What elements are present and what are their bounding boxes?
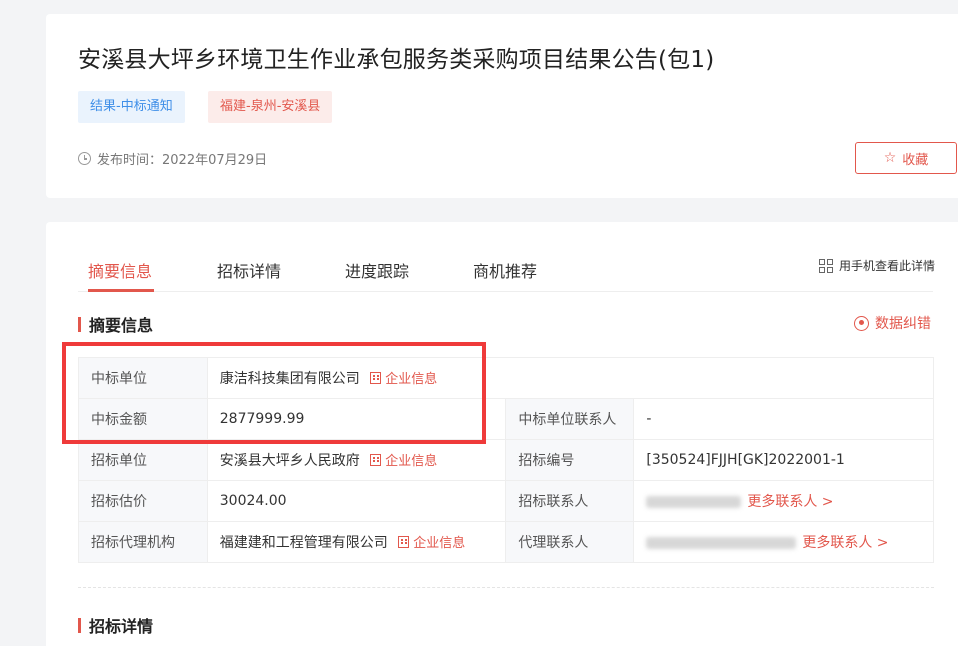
winner-contact-value: -	[633, 398, 934, 440]
target-icon	[854, 315, 869, 331]
page-title: 安溪县大坪乡环境卫生作业承包服务类采购项目结果公告(包1)	[78, 47, 715, 73]
estimate-value: 30024.00	[206, 480, 507, 522]
star-icon: ☆	[883, 150, 897, 166]
amount-label: 中标金额	[78, 398, 208, 440]
tab-bid-details[interactable]: 招标详情	[217, 258, 281, 282]
table-row: 招标代理机构 福建建和工程管理有限公司 企业信息 代理联系人 更多联系人 >	[78, 521, 934, 563]
tenderer-value: 安溪县大坪乡人民政府	[219, 453, 360, 469]
type-tag[interactable]: 结果-中标通知	[78, 91, 185, 123]
winner-value: 康洁科技集团有限公司	[219, 371, 360, 387]
corp-info-link[interactable]: 企业信息	[370, 372, 437, 387]
agency-contact-cell: 更多联系人 >	[633, 521, 934, 563]
building-icon	[370, 454, 382, 466]
clock-icon	[78, 152, 91, 165]
agency-value: 福建建和工程管理有限公司	[219, 535, 388, 551]
redacted-contact	[646, 537, 797, 549]
mobile-view-label: 用手机查看此详情	[839, 259, 936, 273]
announcement-header-card: 安溪县大坪乡环境卫生作业承包服务类采购项目结果公告(包1) 结果-中标通知 福建…	[46, 14, 958, 198]
building-icon	[398, 536, 410, 548]
mobile-view-button[interactable]: 用手机查看此详情	[819, 257, 935, 274]
agency-label: 招标代理机构	[78, 521, 208, 563]
publish-time-text: 发布时间：2022年07月29日	[97, 153, 268, 168]
table-row: 中标单位 康洁科技集团有限公司 企业信息	[78, 357, 935, 399]
table-row: 招标估价 30024.00 招标联系人 更多联系人 >	[78, 480, 934, 522]
section-bar	[78, 617, 81, 633]
winner-contact-label: 中标单位联系人	[505, 398, 635, 440]
more-contacts-link[interactable]: 更多联系人 >	[747, 494, 833, 510]
favorite-button[interactable]: ☆ 收藏	[855, 142, 957, 174]
publish-time: 发布时间：2022年07月29日	[78, 149, 267, 168]
amount-value: 2877999.99	[206, 398, 507, 440]
tab-bar: 摘要信息 招标详情 进度跟踪 商机推荐 用手机查看此详情	[78, 222, 935, 292]
tenderer-label: 招标单位	[78, 439, 208, 481]
corp-info-link[interactable]: 企业信息	[398, 536, 465, 551]
favorite-label: 收藏	[902, 152, 929, 168]
tender-number-label: 招标编号	[505, 439, 635, 481]
corp-info-link[interactable]: 企业信息	[370, 454, 437, 469]
building-icon	[370, 372, 382, 384]
winner-label: 中标单位	[78, 357, 208, 399]
details-section-title: 招标详情	[78, 613, 153, 637]
tab-progress[interactable]: 进度跟踪	[345, 258, 409, 282]
redacted-contact	[646, 496, 742, 508]
section-divider	[78, 587, 934, 588]
tender-number-value: [350524]FJJH[GK]2022001-1	[633, 439, 934, 481]
region-tag[interactable]: 福建-泉州-安溪县	[208, 91, 333, 123]
winner-cell: 康洁科技集团有限公司 企业信息	[206, 357, 935, 399]
tenderer-cell: 安溪县大坪乡人民政府 企业信息	[206, 439, 507, 481]
data-correction-button[interactable]: 数据纠错	[854, 313, 931, 333]
table-row: 中标金额 2877999.99 中标单位联系人 -	[78, 398, 934, 440]
tab-recommend[interactable]: 商机推荐	[473, 258, 537, 282]
summary-section-title: 摘要信息	[78, 312, 153, 336]
main-content-card: 摘要信息 招标详情 进度跟踪 商机推荐 用手机查看此详情 摘要信息 数据纠错 中…	[46, 222, 958, 646]
more-contacts-link[interactable]: 更多联系人 >	[802, 535, 888, 551]
agency-contact-label: 代理联系人	[505, 521, 635, 563]
details-title-text: 招标详情	[89, 617, 154, 636]
active-tab-indicator	[88, 289, 154, 292]
data-correction-label: 数据纠错	[875, 316, 931, 332]
estimate-label: 招标估价	[78, 480, 208, 522]
tab-summary[interactable]: 摘要信息	[88, 258, 152, 282]
table-row: 招标单位 安溪县大坪乡人民政府 企业信息 招标编号 [350524]FJJH[G…	[78, 439, 934, 481]
summary-table: 中标单位 康洁科技集团有限公司 企业信息 中标金额 2877999.99 中标单…	[78, 357, 935, 563]
agency-cell: 福建建和工程管理有限公司 企业信息	[206, 521, 507, 563]
qr-code-icon	[819, 258, 833, 273]
tender-contact-cell: 更多联系人 >	[633, 480, 934, 522]
section-bar	[78, 316, 81, 332]
summary-title-text: 摘要信息	[89, 316, 154, 335]
tender-contact-label: 招标联系人	[505, 480, 635, 522]
